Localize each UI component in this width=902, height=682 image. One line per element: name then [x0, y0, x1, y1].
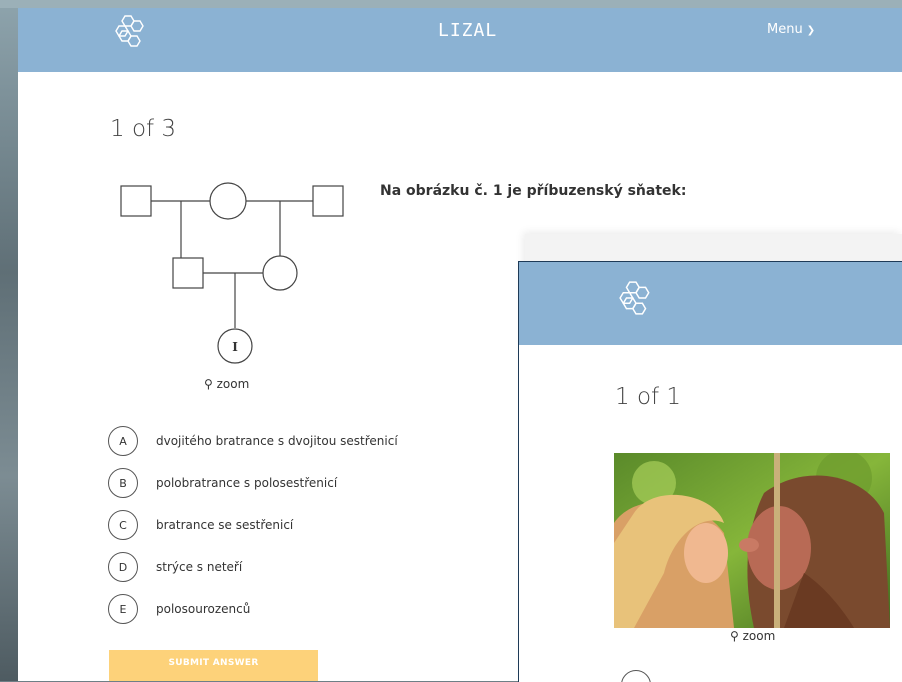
pedigree-diagram: I [120, 182, 344, 364]
magnifier-icon: ⚲ [730, 629, 739, 643]
question-text: Na obrázku č. 1 je příbuzenský sňatek: [380, 183, 687, 199]
option-e[interactable]: E polosourozenců [108, 588, 398, 630]
option-text: polobratrance s polosestřenicí [156, 476, 338, 490]
option-letter: A [108, 426, 138, 456]
top-header: LIZAL Menu ❯ [18, 8, 902, 72]
question-counter: 1 of 3 [110, 116, 177, 142]
option-letter: E [108, 594, 138, 624]
overlay-zoom-link[interactable]: ⚲ zoom [730, 629, 775, 643]
overlay-option-circle[interactable] [621, 670, 651, 682]
option-b[interactable]: B polobratrance s polosestřenicí [108, 462, 398, 504]
background-left [0, 0, 18, 681]
zoom-link[interactable]: ⚲ zoom [204, 377, 249, 391]
option-letter: D [108, 552, 138, 582]
app-title: LIZAL [438, 20, 498, 41]
overlay-header [519, 262, 902, 345]
menu-label: Menu [767, 22, 803, 37]
option-d[interactable]: D strýce s neteří [108, 546, 398, 588]
zoom-label: zoom [216, 377, 250, 391]
pedigree-marker: I [232, 340, 238, 354]
answer-options: A dvojitého bratrance s dvojitou sestřen… [108, 420, 398, 630]
menu-button[interactable]: Menu ❯ [767, 22, 815, 37]
overlay-counter: 1 of 1 [615, 384, 682, 410]
option-text: bratrance se sestřenicí [156, 518, 294, 532]
submit-answer-button[interactable]: SUBMIT ANSWER [109, 650, 318, 681]
hexagon-logo-icon[interactable] [619, 280, 653, 316]
overlay-window: 1 of 1 ⚲ zoom [518, 261, 902, 682]
question-photo [614, 453, 890, 628]
option-text: polosourozenců [156, 602, 251, 616]
zoom-label: zoom [742, 629, 776, 643]
option-c[interactable]: C bratrance se sestřenicí [108, 504, 398, 546]
background-top [0, 0, 902, 8]
option-text: strýce s neteří [156, 560, 243, 574]
magnifier-icon: ⚲ [204, 377, 213, 391]
chevron-down-icon: ❯ [806, 25, 816, 36]
option-text: dvojitého bratrance s dvojitou sestřenic… [156, 434, 398, 448]
hexagon-logo-icon[interactable] [115, 14, 147, 48]
option-letter: B [108, 468, 138, 498]
option-a[interactable]: A dvojitého bratrance s dvojitou sestřen… [108, 420, 398, 462]
option-letter: C [108, 510, 138, 540]
